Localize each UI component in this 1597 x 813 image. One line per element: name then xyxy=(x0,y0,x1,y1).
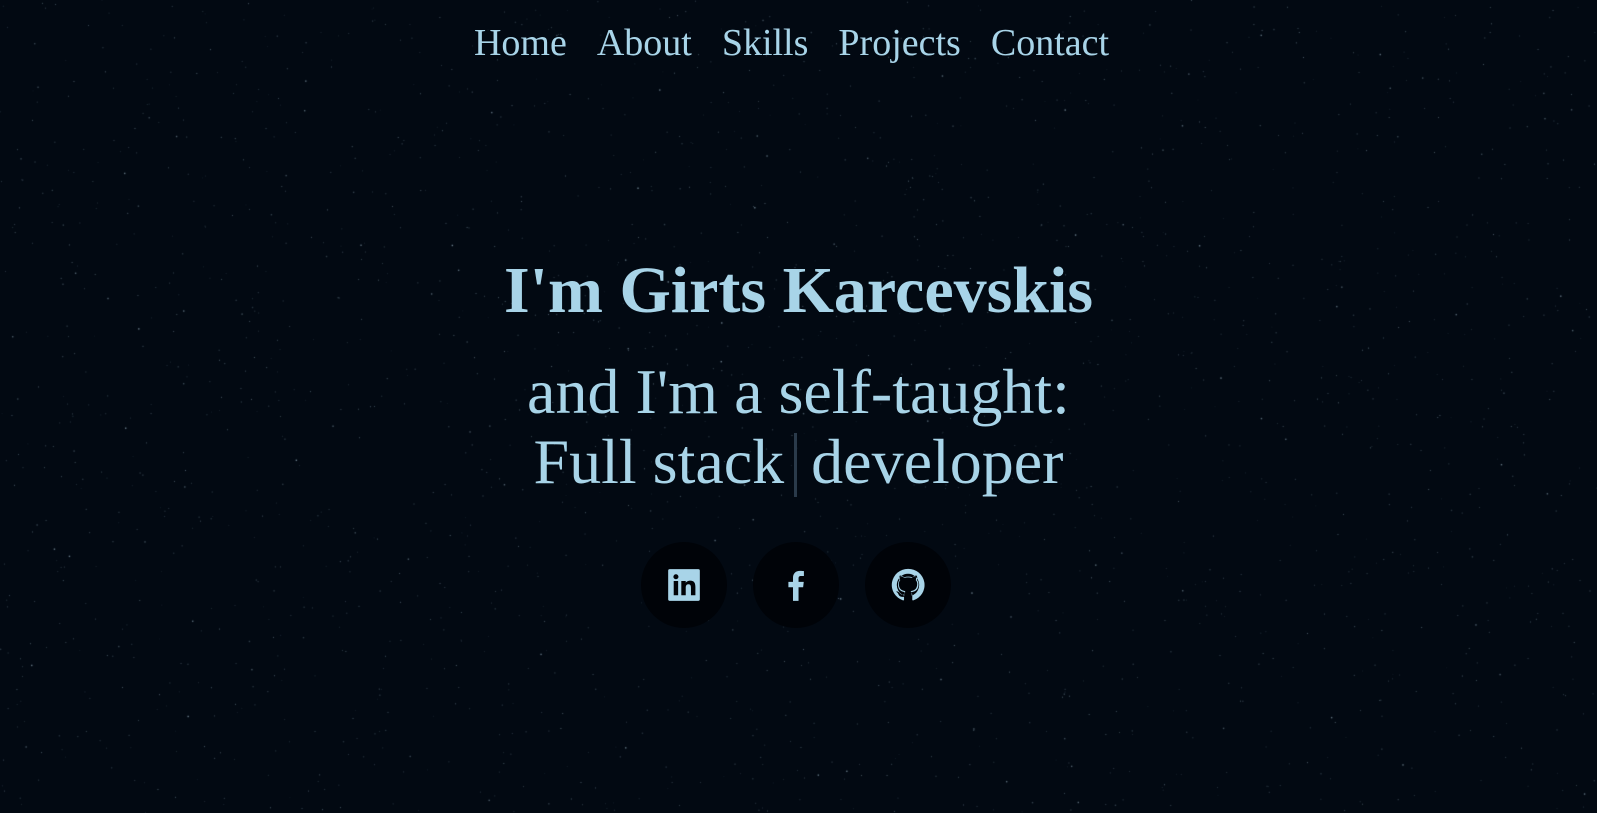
facebook-button[interactable] xyxy=(752,542,839,628)
nav-about[interactable]: About xyxy=(597,24,692,62)
nav-contact[interactable]: Contact xyxy=(991,24,1109,62)
nav-projects[interactable]: Projects xyxy=(838,24,960,62)
facebook-icon xyxy=(787,570,804,601)
role-suffix: developer xyxy=(811,426,1064,497)
hero-name: I'm Girts Karcevskis xyxy=(503,254,1094,327)
role-prefix: Full stack xyxy=(533,426,785,497)
hero-role: Full stack developer xyxy=(0,430,1597,497)
typing-caret xyxy=(794,433,798,497)
linkedin-button[interactable] xyxy=(640,542,727,628)
github-icon xyxy=(891,568,925,601)
top-nav: Home About Skills Projects Contact xyxy=(0,24,1590,62)
nav-home[interactable]: Home xyxy=(474,24,567,62)
github-button[interactable] xyxy=(864,542,951,628)
page: Home About Skills Projects Contact I'm G… xyxy=(0,0,1597,813)
social-links xyxy=(0,542,1594,628)
linkedin-icon xyxy=(667,569,700,601)
hero-subtitle: and I'm a self-taught: xyxy=(527,356,1070,427)
nav-skills[interactable]: Skills xyxy=(722,24,809,62)
